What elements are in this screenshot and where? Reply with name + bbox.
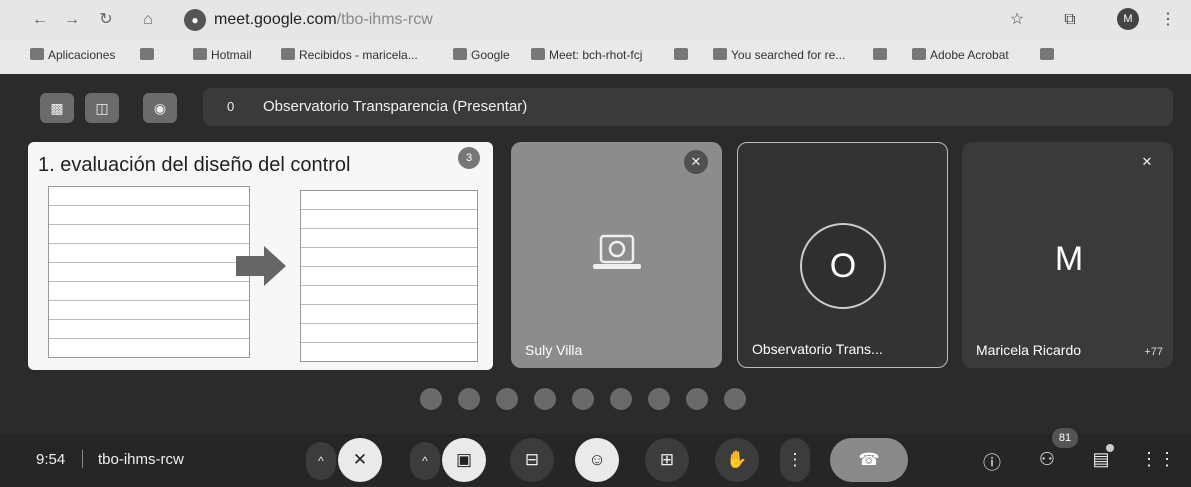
bookmark-acrobat[interactable]: Adobe Acrobat — [912, 48, 1009, 62]
layout-icon[interactable]: ◫ — [85, 93, 119, 123]
shared-slide[interactable]: 1. evaluación del diseño del control 3 — [28, 142, 493, 370]
bookmark-gmail[interactable]: Recibidos - maricela... — [281, 48, 418, 62]
more-options-button[interactable]: ⋮ — [780, 438, 810, 482]
participant-tile-maricela[interactable]: ✕ M Maricela Ricardo +77 — [962, 142, 1173, 368]
laptop-camera-icon — [593, 234, 641, 269]
browser-toolbar: ← → ↻ ⌂ ● meet.google.com/tbo-ihms-rcw ☆… — [0, 0, 1191, 40]
gmail-icon — [281, 48, 295, 60]
slide-table-left — [48, 186, 250, 358]
info-icon[interactable]: ⓘ — [979, 449, 1005, 475]
back-icon[interactable]: ← — [28, 8, 52, 32]
participant-avatar: O — [800, 223, 886, 309]
activities-grid-icon[interactable]: ⋮⋮ — [1140, 449, 1176, 470]
presenter-title: Observatorio Transparencia (Presentar) — [263, 98, 528, 115]
thinking-reaction-icon[interactable] — [686, 388, 708, 410]
heart-reaction-icon[interactable] — [420, 388, 442, 410]
slide-arrow — [236, 246, 286, 286]
party-reaction-icon[interactable] — [496, 388, 518, 410]
mic-options-button[interactable]: ^ — [306, 442, 336, 480]
mic-site-icon[interactable]: ● — [184, 9, 206, 31]
mic-off-icon: ✕ — [1141, 154, 1153, 169]
participant-name: Suly Villa — [525, 342, 583, 358]
home-icon[interactable]: ⌂ — [136, 8, 160, 32]
presentation-bar[interactable]: 0 Observatorio Transparencia (Presentar) — [203, 88, 1173, 126]
meeting-code: tbo-ihms-rcw — [98, 451, 184, 468]
bookmark-google[interactable]: Google — [453, 48, 510, 62]
participant-name: Observatorio Trans... — [752, 341, 883, 357]
extensions-icon[interactable]: ⧉ — [1058, 8, 1082, 32]
camera-crossed-icon[interactable]: ▩ — [40, 93, 74, 123]
bookmarks-bar: Aplicaciones Hotmail Recibidos - maricel… — [0, 40, 1191, 74]
participant-tile-observatorio[interactable]: O Observatorio Trans... — [737, 142, 948, 368]
sad-reaction-icon[interactable] — [648, 388, 670, 410]
participant-avatar: M — [1054, 240, 1084, 278]
chat-unread-dot — [1106, 444, 1114, 452]
presenter-count: 0 — [227, 99, 235, 114]
meeting-controls: 9:54 tbo-ihms-rcw ^ ✕ ^ ▣ ⊟ ☺ ⊞ ✋ ⋮ ☎ ⓘ … — [0, 428, 1191, 487]
participants-count-badge: 81 — [1052, 428, 1078, 448]
hotmail-icon — [193, 48, 207, 60]
mic-off-button[interactable]: ✕ — [338, 438, 382, 482]
slide-table-right — [300, 190, 478, 362]
grid-icon — [140, 48, 154, 60]
laugh-reaction-icon[interactable] — [572, 388, 594, 410]
gmail-icon — [873, 48, 887, 60]
globe-icon — [1040, 48, 1054, 60]
star-icon[interactable]: ☆ — [1005, 8, 1029, 32]
more-participants-count[interactable]: +77 — [1144, 346, 1163, 358]
bookmark-apps[interactable]: Aplicaciones — [30, 48, 115, 62]
slide-badge: 3 — [458, 147, 480, 169]
reaction-bar — [412, 384, 792, 414]
raise-hand-button[interactable]: ✋ — [715, 438, 759, 482]
slide-title: 1. evaluación del diseño del control — [38, 154, 351, 176]
forward-icon[interactable]: → — [60, 8, 84, 32]
thumbs-up-reaction-icon[interactable] — [458, 388, 480, 410]
emoji-button[interactable]: ☺ — [575, 438, 619, 482]
profile-avatar[interactable]: M — [1117, 8, 1139, 30]
bookmark-grid[interactable] — [140, 48, 158, 62]
record-icon[interactable]: ◉ — [143, 93, 177, 123]
present-button[interactable]: ⊞ — [645, 438, 689, 482]
camera-off-button[interactable]: ▣ — [442, 438, 486, 482]
end-call-button[interactable]: ☎ — [830, 438, 908, 482]
site-icon — [713, 48, 727, 60]
bookmark-search[interactable]: You searched for re... — [713, 48, 845, 62]
reload-icon[interactable]: ↻ — [94, 8, 118, 32]
bookmark-hotmail[interactable]: Hotmail — [193, 48, 252, 62]
mic-off-icon: ✕ — [684, 150, 708, 174]
bookmark-globe[interactable] — [674, 48, 692, 62]
participant-tile-suly[interactable]: ✕ Suly Villa — [511, 142, 722, 368]
globe-icon — [674, 48, 688, 60]
clap-reaction-icon[interactable] — [534, 388, 556, 410]
bookmark-gmail-2[interactable] — [873, 48, 891, 62]
surprised-reaction-icon[interactable] — [610, 388, 632, 410]
meet-icon — [531, 48, 545, 60]
google-icon — [453, 48, 467, 60]
chat-icon[interactable]: ▤ — [1088, 449, 1114, 470]
participant-name: Maricela Ricardo — [976, 342, 1082, 358]
meeting-clock: 9:54 — [36, 451, 66, 468]
captions-button[interactable]: ⊟ — [510, 438, 554, 482]
meet-stage: ▩ ◫ ◉ 0 Observatorio Transparencia (Pres… — [0, 74, 1191, 487]
address-bar[interactable]: ● meet.google.com/tbo-ihms-rcw — [180, 6, 980, 34]
divider — [82, 450, 83, 468]
url-text[interactable]: meet.google.com/tbo-ihms-rcw — [214, 11, 433, 29]
people-icon[interactable]: ⚇ — [1034, 449, 1060, 470]
bookmark-meet[interactable]: Meet: bch-rhot-fcj — [531, 48, 642, 62]
globe-icon — [912, 48, 926, 60]
apps-icon — [30, 48, 44, 60]
thumbs-down-reaction-icon[interactable] — [724, 388, 746, 410]
bookmark-globe-2[interactable] — [1040, 48, 1058, 62]
chrome-menu-icon[interactable]: ⋮ — [1156, 8, 1180, 32]
camera-options-button[interactable]: ^ — [410, 442, 440, 480]
